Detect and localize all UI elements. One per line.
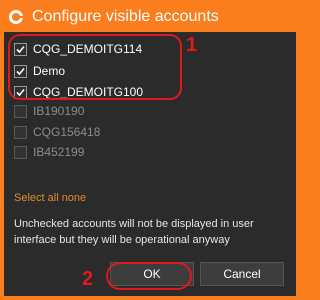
select-all-none-link[interactable]: Select all none: [14, 192, 86, 204]
info-note: Unchecked accounts will not be displayed…: [14, 218, 254, 246]
checkbox-unchecked-icon[interactable]: [14, 104, 27, 118]
app-logo-icon: [8, 9, 24, 25]
checkbox-unchecked-icon[interactable]: [14, 145, 27, 159]
account-item-ib452199[interactable]: IB452199: [14, 142, 214, 162]
account-label: CQG156418: [33, 125, 101, 139]
account-item-cqg156418[interactable]: CQG156418: [14, 122, 214, 142]
window-title: Configure visible accounts: [32, 8, 219, 25]
annotation-ellipse-ok: [106, 262, 192, 290]
annotation-ellipse-accounts: [8, 34, 182, 100]
title-bar[interactable]: Configure visible accounts: [4, 2, 296, 32]
select-all-none-links[interactable]: Select all none: [14, 192, 86, 204]
annotation-number-2: 2: [82, 268, 94, 290]
account-label: IB190190: [33, 104, 85, 118]
account-item-ib190190[interactable]: IB190190: [14, 101, 214, 121]
annotation-number-1: 1: [186, 34, 198, 56]
account-label: IB452199: [33, 145, 85, 159]
dialog-window: Configure visible accounts CQG_DEMOITG11…: [0, 0, 300, 300]
checkbox-unchecked-icon[interactable]: [14, 125, 27, 139]
cancel-button[interactable]: Cancel: [200, 262, 284, 286]
